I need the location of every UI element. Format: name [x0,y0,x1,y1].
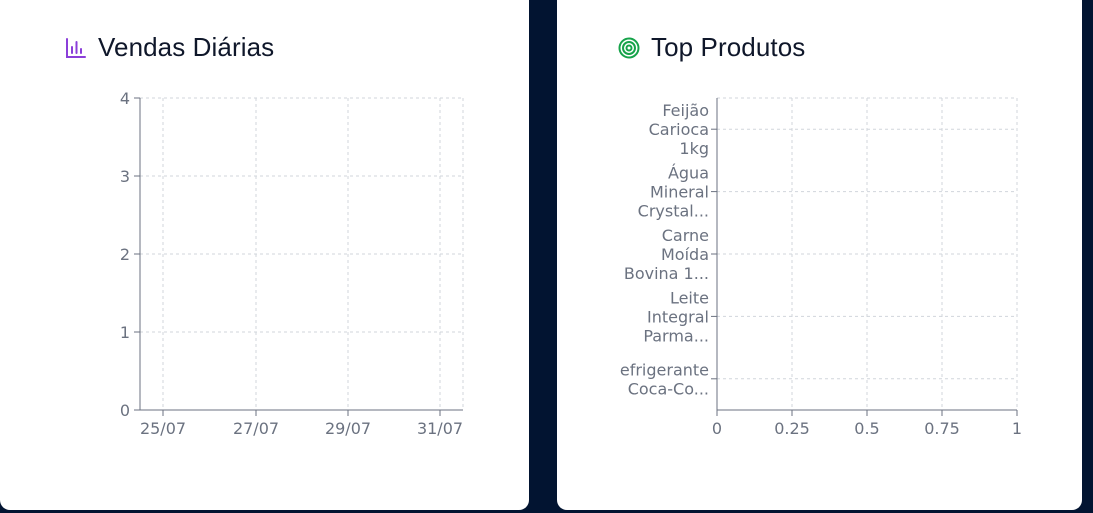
y-tick-label: Bovina 1... [624,264,709,283]
y-tick-label: Coca-Co... [628,379,709,398]
y-tick-label: Mineral [650,183,709,202]
y-tick-label: Parma... [643,326,709,345]
x-tick-label: 0.75 [924,419,960,438]
y-tick-label: 4 [120,89,130,108]
y-tick-label: Crystal... [638,202,709,221]
x-tick-label: 1 [1012,419,1022,438]
y-tick-label: 0 [120,401,130,420]
y-tick-label: efrigerante [620,360,709,379]
y-tick-label: 2 [120,245,130,264]
y-tick-label: Carne [662,226,709,245]
x-tick-label: 31/07 [417,419,463,438]
x-tick-label: 29/07 [325,419,371,438]
y-tick-label: 3 [120,167,130,186]
y-tick-label: 1 [120,323,130,342]
y-tick-label: 1kg [679,139,709,158]
y-tick-label: Carioca [649,120,709,139]
y-tick-label: Leite [670,288,709,307]
x-tick-label: 0.25 [774,419,810,438]
top-products-chart: 0 0.25 0.5 0.75 1 FeijãoCarioca1kg ÁguaMineral… [620,97,1022,438]
daily-sales-chart: 0 1 2 3 4 25/07 27/07 29/07 31/07 [120,89,464,438]
daily-sales-card: Vendas Diárias 0 1 2 3 4 25/07 27/07 29/07 31/07 [0,0,529,510]
y-tick-label: Moída [661,245,709,264]
y-tick-label: Água [668,164,709,183]
x-tick-label: 0.5 [854,419,879,438]
y-tick-label: Feijão [662,101,709,120]
x-tick-label: 25/07 [140,419,186,438]
y-tick-label: Integral [647,307,709,326]
x-tick-label: 27/07 [233,419,279,438]
x-tick-label: 0 [712,419,722,438]
top-products-card: Top Produtos 0 0.25 0.5 0.75 1 Feijão Carioca 1… [557,0,1082,510]
